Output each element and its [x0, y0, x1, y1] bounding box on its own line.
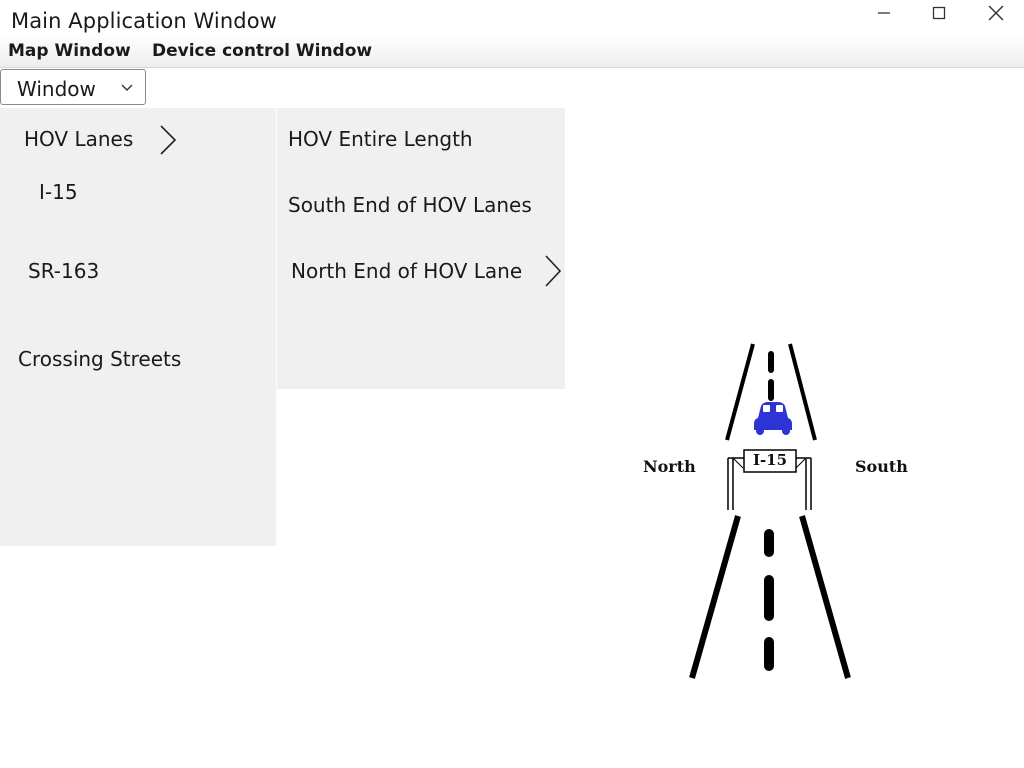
minimize-button[interactable]	[860, 0, 908, 26]
menu-item-hov-entire-length[interactable]: HOV Entire Length	[288, 127, 473, 151]
menu-level-1: HOV Lanes I-15 SR-163 Crossing Streets	[0, 108, 276, 546]
menu-item-i-15[interactable]: I-15	[39, 180, 78, 204]
close-icon	[988, 5, 1004, 21]
north-label: North	[643, 457, 696, 476]
minimize-icon	[878, 12, 890, 14]
menu-item-south-end-hov[interactable]: South End of HOV Lanes	[288, 193, 532, 217]
menu-item-north-end-hov[interactable]: North End of HOV Lane	[291, 259, 522, 283]
menu-item-hov-lanes[interactable]: HOV Lanes	[24, 127, 133, 151]
menu-item-crossing-streets[interactable]: Crossing Streets	[18, 347, 181, 371]
road-graphic	[689, 343, 851, 679]
south-label: South	[855, 457, 908, 476]
maximize-button[interactable]	[915, 0, 963, 26]
car-icon	[754, 402, 792, 435]
menu-device-control-window[interactable]: Device control Window	[152, 41, 372, 61]
window-select-value: Window	[17, 77, 96, 101]
hov-road-illustration: I-15 North South	[630, 330, 920, 690]
sign-label: I-15	[752, 451, 788, 469]
close-button[interactable]	[972, 0, 1020, 26]
chevron-right-icon	[160, 125, 177, 155]
chevron-right-icon	[545, 255, 562, 287]
window-title: Main Application Window	[11, 9, 277, 33]
menu-level-2: HOV Entire Length South End of HOV Lanes…	[277, 108, 565, 389]
maximize-icon	[932, 6, 946, 20]
menu-map-window[interactable]: Map Window	[8, 41, 131, 61]
menu-bar: Map Window Device control Window	[0, 34, 1024, 68]
menu-item-sr-163[interactable]: SR-163	[28, 259, 99, 283]
chevron-down-icon	[121, 84, 133, 91]
window-select[interactable]: Window	[0, 69, 146, 105]
title-bar: Main Application Window	[0, 0, 1024, 34]
